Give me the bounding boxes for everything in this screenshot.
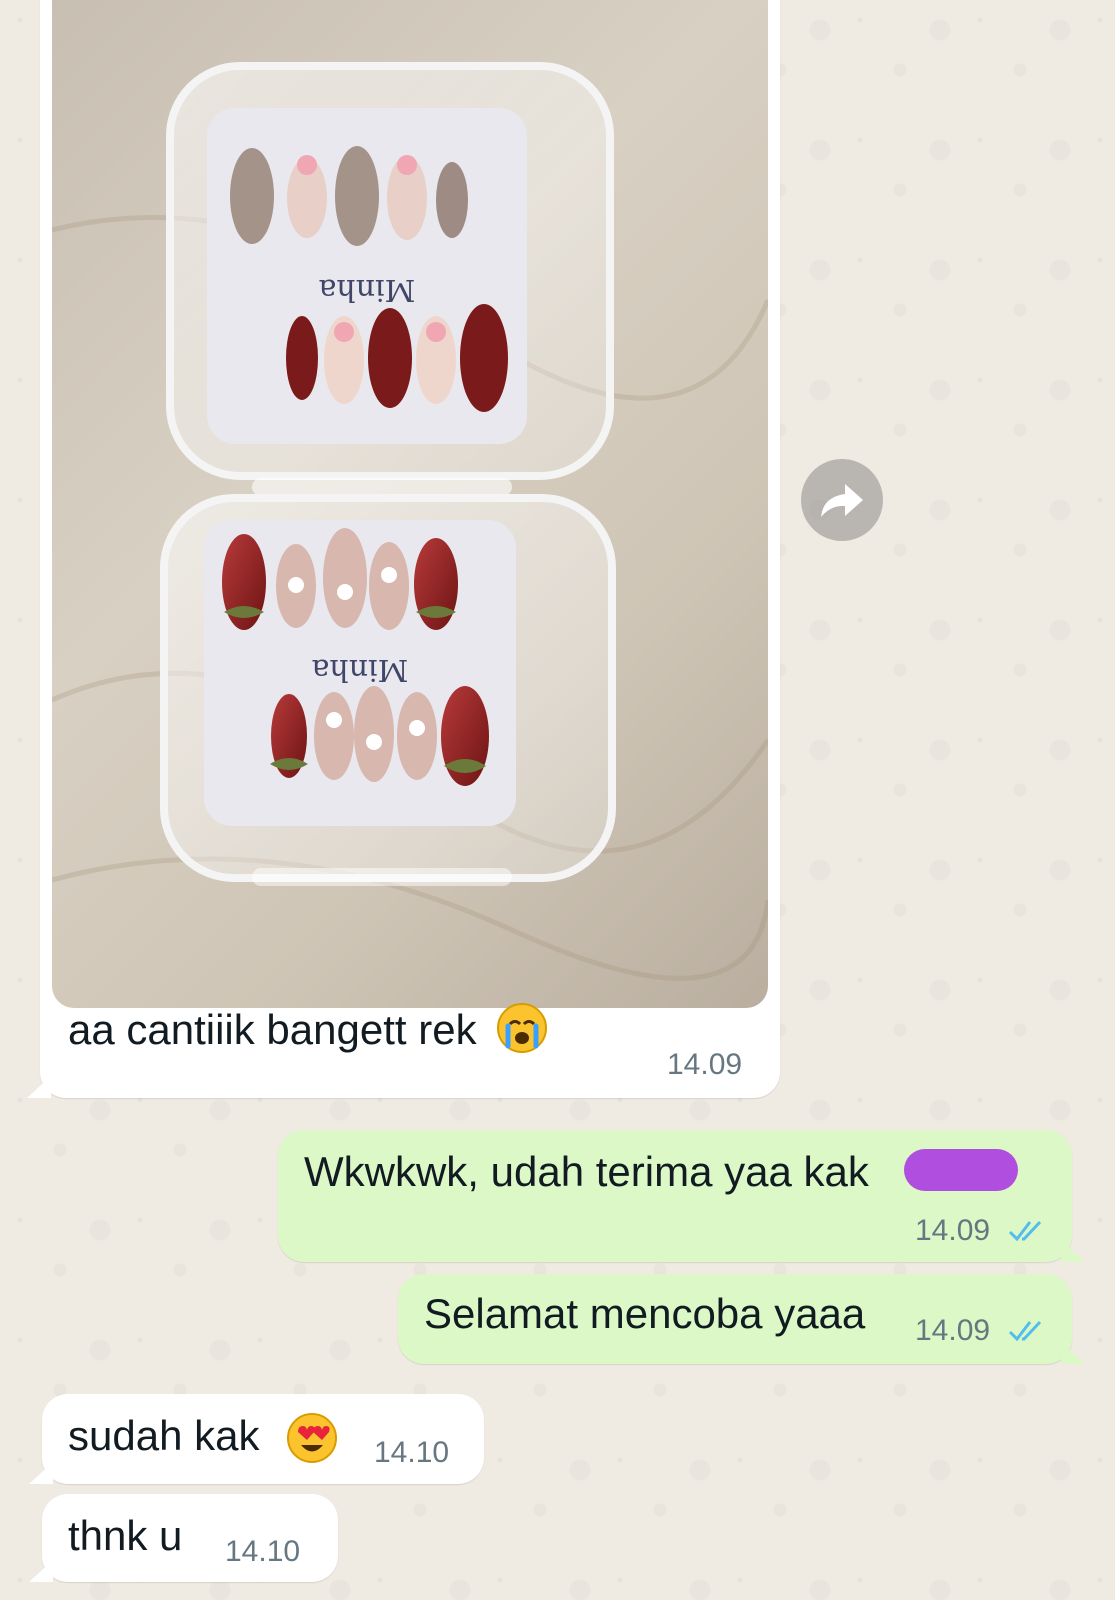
crying-face-emoji bbox=[497, 1003, 547, 1053]
read-receipt-icon bbox=[1008, 1320, 1042, 1342]
message-time: 14.10 bbox=[374, 1436, 450, 1469]
message-time: 14.09 bbox=[667, 1048, 743, 1081]
card-brand-top: Minha bbox=[318, 272, 415, 307]
outgoing-message-text: Wkwkwk, udah terima yaa kak bbox=[304, 1148, 869, 1195]
image-caption: aa cantiiik bangett rek bbox=[68, 1006, 477, 1053]
incoming-message-text: sudah kak bbox=[68, 1412, 260, 1459]
forward-icon bbox=[821, 484, 863, 517]
forward-button[interactable] bbox=[801, 459, 883, 541]
outgoing-message-text: Selamat mencoba yaaa bbox=[424, 1290, 866, 1337]
message-time: 14.09 bbox=[915, 1314, 991, 1347]
nail-product-photo[interactable]: Minha Minha bbox=[52, 0, 768, 1008]
read-receipt-icon bbox=[1008, 1220, 1042, 1242]
redacted-name bbox=[904, 1149, 1018, 1191]
incoming-message-text: thnk u bbox=[68, 1512, 183, 1559]
message-time: 14.10 bbox=[225, 1535, 301, 1568]
card-brand-bottom: Minha bbox=[311, 652, 408, 687]
message-time: 14.09 bbox=[915, 1214, 991, 1247]
heart-eyes-emoji bbox=[287, 1413, 337, 1463]
